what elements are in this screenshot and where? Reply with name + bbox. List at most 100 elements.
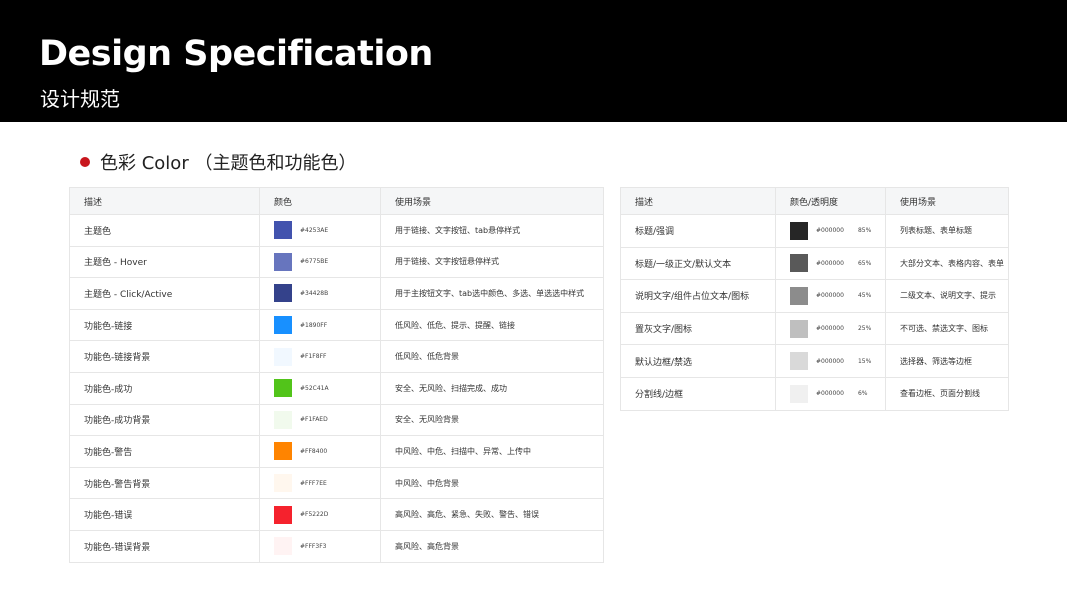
row-desc: 主题色 - Click/Active: [69, 277, 260, 310]
color-swatch: [274, 252, 292, 271]
table-header-row: 描述 颜色 使用场景: [69, 187, 604, 215]
column-header-desc: 描述: [69, 187, 260, 215]
table-header-row: 描述 颜色/透明度 使用场景: [620, 187, 1009, 215]
row-desc: 主题色 - Hover: [69, 245, 260, 279]
table-row: 主题色 #4253AE 用于链接、文字按钮、tab悬停样式: [69, 214, 604, 247]
row-usage: 选择器、筛选等边框: [885, 344, 1009, 378]
color-swatch: [274, 379, 292, 398]
row-usage: 查看边框、页面分割线: [885, 376, 1009, 411]
row-desc: 功能色-错误背景: [69, 529, 260, 563]
neutral-color-table: 描述 颜色/透明度 使用场景 标题/强调 #000000 85% 列表标题、表单标题标…: [620, 187, 1009, 411]
row-desc: 标题/一级正文/默认文本: [620, 246, 776, 281]
row-usage: 低风险、低危、提示、提醒、链接: [380, 308, 604, 342]
row-desc: 功能色-警告背景: [69, 466, 260, 500]
hex-label: #F5222D: [300, 511, 329, 519]
bullet-dot-icon: [80, 157, 90, 167]
row-usage: 中风险、中危、扫描中、异常、上传中: [380, 435, 604, 468]
page-subtitle: 设计规范: [40, 87, 120, 111]
opacity-label: 15%: [857, 357, 872, 365]
row-color: #000000 65%: [775, 246, 886, 281]
row-usage: 不可选、禁选文字、图标: [885, 311, 1009, 346]
row-desc: 置灰文字/图标: [620, 311, 776, 346]
page-title: Design Specification: [39, 34, 433, 74]
column-header-usage: 使用场景: [380, 187, 604, 215]
color-swatch: [274, 505, 292, 524]
row-color: #000000 15%: [775, 344, 886, 378]
column-header-desc: 描述: [620, 187, 776, 215]
section-title: 色彩 Color （主题色和功能色）: [100, 153, 357, 174]
table-row: 置灰文字/图标 #000000 25% 不可选、禁选文字、图标: [620, 311, 1009, 346]
row-usage: 用于链接、文字按钮、tab悬停样式: [380, 214, 604, 247]
color-swatch: [274, 284, 292, 303]
color-swatch: [790, 352, 808, 371]
row-desc: 主题色: [69, 214, 260, 247]
row-desc: 功能色-错误: [69, 498, 260, 531]
row-desc: 功能色-成功背景: [69, 403, 260, 437]
hex-label: #000000: [816, 227, 844, 235]
color-swatch: [790, 286, 808, 305]
table-row: 标题/强调 #000000 85% 列表标题、表单标题: [620, 214, 1009, 248]
hex-label: #52C41A: [300, 384, 329, 392]
row-desc: 分割线/边框: [620, 376, 776, 411]
color-swatch: [274, 410, 292, 429]
color-swatch: [274, 537, 292, 556]
hex-label: #6775BE: [300, 258, 329, 266]
row-usage: 中风险、中危背景: [380, 466, 604, 500]
hex-label: #34428B: [300, 289, 329, 297]
table-row: 功能色-链接 #1890FF 低风险、低危、提示、提醒、链接: [69, 308, 604, 342]
table-row: 标题/一级正文/默认文本 #000000 65% 大部分文本、表格内容、表单: [620, 246, 1009, 281]
color-swatch: [274, 474, 292, 493]
row-color: #34428B: [259, 277, 381, 310]
opacity-label: 45%: [857, 292, 872, 300]
color-swatch: [790, 384, 808, 403]
row-desc: 说明文字/组件占位文本/图标: [620, 279, 776, 313]
table-row: 功能色-错误 #F5222D 高风险、高危、紧急、失败、警告、错误: [69, 498, 604, 531]
row-desc: 功能色-警告: [69, 435, 260, 468]
row-color: #52C41A: [259, 371, 381, 405]
opacity-label: 65%: [857, 259, 872, 267]
row-color: #000000 25%: [775, 311, 886, 346]
row-usage: 用于主按钮文字、tab选中颜色、多选、单选选中样式: [380, 277, 604, 310]
row-color: #F5222D: [259, 498, 381, 531]
row-usage: 高风险、高危、紧急、失败、警告、错误: [380, 498, 604, 531]
row-color: #000000 6%: [775, 376, 886, 411]
table-row: 功能色-警告背景 #FFF7EE 中风险、中危背景: [69, 466, 604, 500]
table-row: 分割线/边框 #000000 6% 查看边框、页面分割线: [620, 376, 1009, 411]
table-row: 功能色-警告 #FF8400 中风险、中危、扫描中、异常、上传中: [69, 435, 604, 468]
row-desc: 标题/强调: [620, 214, 776, 248]
table-row: 默认边框/禁选 #000000 15% 选择器、筛选等边框: [620, 344, 1009, 378]
table-row: 功能色-链接背景 #F1F8FF 低风险、低危背景: [69, 340, 604, 373]
header-banner: Design Specification 设计规范: [0, 0, 1067, 122]
row-color: #FF8400: [259, 435, 381, 468]
section-heading: 色彩 Color （主题色和功能色）: [80, 150, 356, 174]
theme-color-table: 描述 颜色 使用场景 主题色 #4253AE 用于链接、文字按钮、tab悬停样式 主题…: [69, 187, 604, 563]
hex-label: #000000: [816, 325, 844, 333]
color-swatch: [274, 442, 292, 461]
column-header-color: 颜色: [259, 187, 381, 215]
row-usage: 二级文本、说明文字、提示: [885, 279, 1009, 313]
color-swatch: [274, 316, 292, 335]
table-row: 说明文字/组件占位文本/图标 #000000 45% 二级文本、说明文字、提示: [620, 279, 1009, 313]
row-usage: 列表标题、表单标题: [885, 214, 1009, 248]
table-row: 主题色 - Hover #6775BE 用于链接、文字按钮悬停样式: [69, 245, 604, 279]
row-color: #6775BE: [259, 245, 381, 279]
table-row: 功能色-错误背景 #FFF3F3 高风险、高危背景: [69, 529, 604, 563]
hex-label: #000000: [816, 259, 844, 267]
hex-label: #4253AE: [300, 226, 329, 234]
row-desc: 功能色-成功: [69, 371, 260, 405]
row-color: #F1F8FF: [259, 340, 381, 373]
opacity-label: 6%: [857, 390, 868, 398]
color-swatch: [790, 221, 808, 240]
hex-label: #000000: [816, 390, 844, 398]
row-usage: 安全、无风险、扫描完成、成功: [380, 371, 604, 405]
hex-label: #FF8400: [300, 447, 328, 455]
row-color: #000000 45%: [775, 279, 886, 313]
row-color: #FFF7EE: [259, 466, 381, 500]
row-desc: 默认边框/禁选: [620, 344, 776, 378]
row-usage: 高风险、高危背景: [380, 529, 604, 563]
row-usage: 大部分文本、表格内容、表单: [885, 246, 1009, 281]
column-header-usage: 使用场景: [885, 187, 1009, 215]
table-row: 主题色 - Click/Active #34428B 用于主按钮文字、tab选中颜色…: [69, 277, 604, 310]
hex-label: #F1FAED: [300, 416, 328, 424]
hex-label: #FFF7EE: [300, 479, 327, 487]
